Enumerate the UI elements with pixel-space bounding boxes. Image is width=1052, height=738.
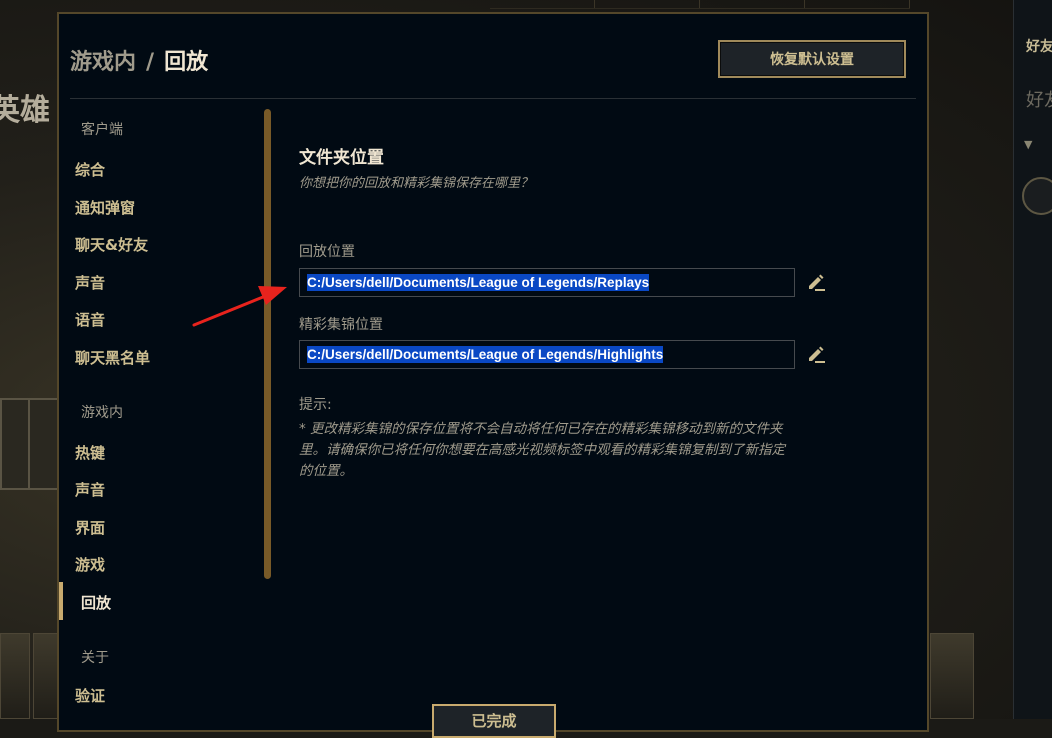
sidebar-scrollbar[interactable] [264, 109, 271, 579]
replay-path-field[interactable]: C:/Users/dell/Documents/League of Legend… [299, 268, 795, 297]
background-art-card [0, 633, 30, 719]
background-top-nav [490, 0, 910, 9]
background-hero-title: 英雄 [0, 93, 50, 128]
highlight-path-value[interactable]: C:/Users/dell/Documents/League of Legend… [307, 346, 664, 363]
sidebar-item-game[interactable]: 游戏 [75, 554, 105, 575]
breadcrumb-parent[interactable]: 游戏内 [70, 50, 136, 75]
sidebar-item-notifications[interactable]: 通知弹窗 [75, 197, 135, 218]
pencil-edit-icon[interactable] [805, 271, 827, 293]
sidebar-section-client: 客户端 [81, 122, 123, 138]
restore-defaults-button[interactable]: 恢复默认设置 [718, 40, 906, 78]
sidebar-item-general[interactable]: 综合 [75, 159, 105, 180]
highlight-location-label: 精彩集锦位置 [299, 317, 383, 333]
background-art-card [930, 633, 974, 719]
header-divider [70, 98, 916, 99]
sidebar-item-chat-friends[interactable]: 聊天&好友 [75, 234, 148, 255]
sidebar-item-interface[interactable]: 界面 [75, 517, 105, 538]
section-subtitle: 你想把你的回放和精彩集锦保存在哪里？ [299, 176, 534, 191]
breadcrumb-separator: / [146, 50, 155, 75]
sidebar-item-ingame-sound[interactable]: 声音 [75, 479, 105, 500]
friends-search-input[interactable]: 好友 [1026, 86, 1052, 112]
background-thumbnail [0, 398, 31, 490]
background-art-card [33, 633, 59, 719]
sidebar-item-verification[interactable]: 验证 [75, 685, 105, 706]
replay-location-label: 回放位置 [299, 244, 355, 260]
caret-down-icon[interactable]: ▼ [1024, 138, 1032, 151]
sidebar-item-client-sound[interactable]: 声音 [75, 272, 105, 293]
sidebar-section-ingame: 游戏内 [81, 405, 123, 421]
replay-path-value[interactable]: C:/Users/dell/Documents/League of Legend… [307, 274, 650, 291]
friends-panel: 好友 好友 ▼ [1013, 0, 1052, 719]
breadcrumb: 游戏内 / 回放 [70, 44, 208, 76]
sidebar-item-replay[interactable]: 回放 [81, 592, 111, 613]
section-title: 文件夹位置 [299, 148, 384, 168]
page-title: 回放 [164, 50, 209, 75]
settings-modal: 游戏内 / 回放 恢复默认设置 客户端 综合 通知弹窗 聊天&好友 声音 语音 聊天… [57, 12, 929, 738]
done-button[interactable]: 已完成 [432, 704, 556, 738]
sidebar-item-chat-blocklist[interactable]: 聊天黑名单 [75, 347, 150, 368]
avatar[interactable] [1022, 177, 1052, 215]
pencil-edit-icon[interactable] [805, 343, 827, 365]
active-indicator [59, 582, 63, 620]
highlight-path-field[interactable]: C:/Users/dell/Documents/League of Legend… [299, 340, 795, 369]
hint-text: * 更改精彩集锦的保存位置将不会自动将任何已存在的精彩集锦移动到新的文件夹里。请… [299, 421, 785, 479]
sidebar-item-hotkeys[interactable]: 热键 [75, 442, 105, 463]
friends-title: 好友 [1026, 39, 1052, 55]
sidebar-section-about: 关于 [81, 650, 109, 666]
hint-label: 提示: [299, 397, 332, 413]
sidebar-item-voice[interactable]: 语音 [75, 309, 105, 330]
